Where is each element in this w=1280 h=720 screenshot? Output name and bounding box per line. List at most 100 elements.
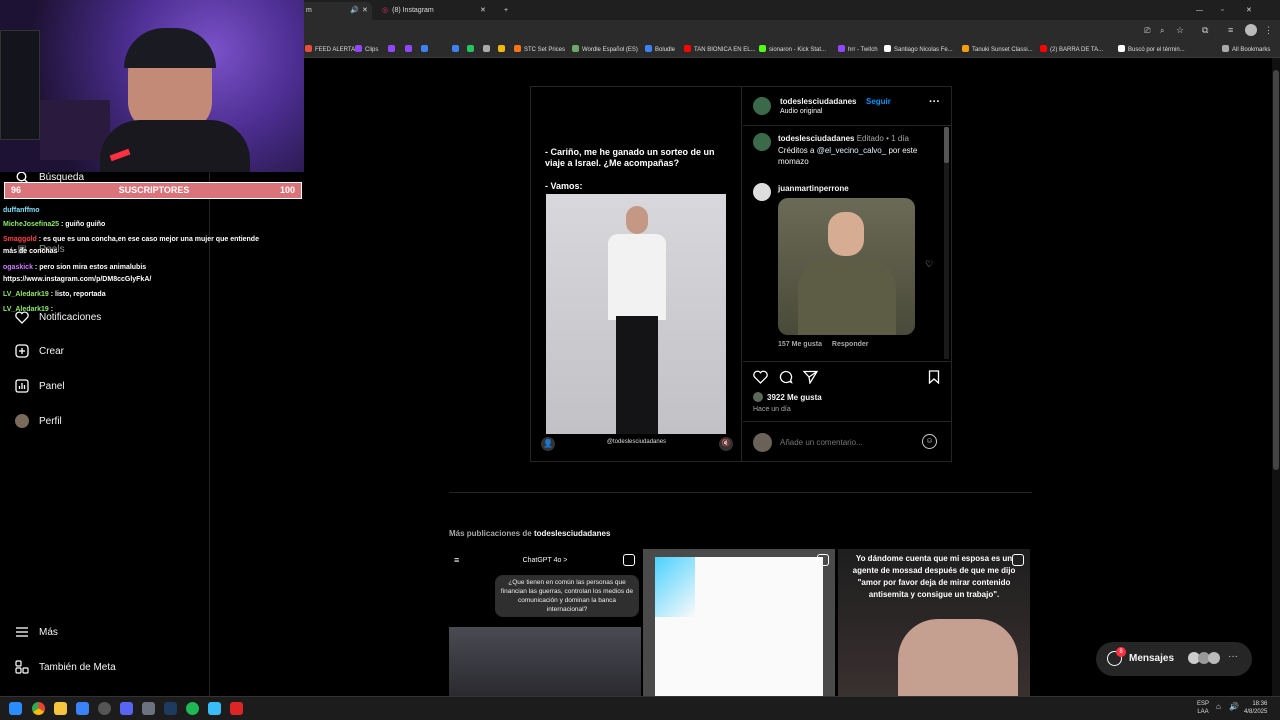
reading-list-icon[interactable]: ≡: [1228, 25, 1233, 35]
bookmark-item[interactable]: STC Set Prices: [514, 44, 565, 56]
bookmark-item[interactable]: [467, 44, 477, 56]
cast-icon[interactable]: ⎚: [1144, 26, 1150, 36]
language-indicator[interactable]: ESP LAA: [1197, 700, 1209, 716]
bookmark-item[interactable]: [421, 44, 431, 56]
bookmark-item[interactable]: TAN BIONICA EN EL...: [684, 44, 756, 56]
chat-text: :: [50, 306, 54, 313]
bookmark-item[interactable]: Wordle Español (ES): [572, 44, 638, 56]
spotify-icon[interactable]: [186, 702, 199, 715]
bookmark-item[interactable]: [498, 44, 508, 56]
follow-button[interactable]: Seguir: [866, 97, 891, 106]
more-vert-icon[interactable]: ⋮: [1264, 25, 1273, 36]
tab-instagram[interactable]: ◎ (8) Instagram ✕: [376, 2, 494, 20]
star-icon[interactable]: ☆: [1176, 25, 1184, 36]
thumbnail-post[interactable]: Yo dándome cuenta que mi esposa es un ag…: [838, 549, 1030, 696]
bookmark-item[interactable]: Tanuki Sunset Classi...: [962, 44, 1033, 56]
bookmark-item[interactable]: Boludle: [645, 44, 675, 56]
app-icon[interactable]: [230, 702, 243, 715]
bookmark-item[interactable]: [483, 44, 493, 56]
commenter-avatar[interactable]: [753, 183, 771, 201]
nav-label: Búsqueda: [39, 171, 85, 183]
bookmark-item[interactable]: Clips: [355, 44, 378, 56]
scroll-thumb[interactable]: [1273, 70, 1279, 470]
menu-icon: [15, 625, 29, 639]
caption-body: Créditos a @el_vecino_calvo_ por este mo…: [778, 145, 938, 167]
divider: [743, 361, 951, 362]
thumbnail-post[interactable]: [643, 549, 835, 696]
chat-message: https://www.instagram.com/p/DM8ccGlyFkA/: [3, 276, 151, 283]
more-posts-account[interactable]: todeslesciudadanes: [534, 529, 610, 538]
discord-icon[interactable]: [120, 702, 133, 715]
comments-scrollbar[interactable]: [944, 127, 949, 359]
more-icon[interactable]: ···: [1228, 651, 1238, 662]
comment-like-icon[interactable]: ♡: [925, 259, 933, 270]
more-options-icon[interactable]: ···: [929, 96, 940, 108]
comments-scroll-thumb[interactable]: [944, 127, 949, 163]
chrome-icon[interactable]: [32, 702, 45, 715]
page-scrollbar[interactable]: [1272, 58, 1280, 696]
volume-icon[interactable]: 🔊: [1229, 702, 1239, 711]
comment-icon[interactable]: [778, 370, 793, 389]
chat-text: : pero sion mira estos animalubis: [34, 264, 147, 271]
messages-button[interactable]: 8 Mensajes ···: [1096, 642, 1252, 676]
add-comment-input[interactable]: [780, 434, 920, 450]
file-explorer-icon[interactable]: [54, 702, 67, 715]
bookmark-item[interactable]: All Bookmarks: [1222, 44, 1270, 56]
bookmark-item[interactable]: (2) BARRA DE TA...: [1040, 44, 1103, 56]
bookmark-item[interactable]: [405, 44, 415, 56]
profile-avatar[interactable]: [1245, 24, 1257, 36]
chat-text: : es que es una concha,en ese caso mejor…: [38, 236, 259, 243]
zoom-icon[interactable]: ⌕: [1160, 26, 1164, 36]
nav-create[interactable]: Crear: [15, 344, 64, 358]
nav-profile[interactable]: Perfil: [15, 414, 62, 428]
close-icon[interactable]: ✕: [480, 2, 486, 20]
bookmark-item[interactable]: [388, 44, 398, 56]
author-name[interactable]: todeslesciudadanes: [780, 97, 856, 106]
bookmark-item[interactable]: Santiago Nicolas Fe...: [884, 44, 953, 56]
network-icon[interactable]: ⌂: [1216, 702, 1221, 711]
bookmark-item[interactable]: sionaron - Kick Stat...: [759, 44, 826, 56]
extensions-icon[interactable]: ⧉: [1202, 25, 1208, 36]
caption-author[interactable]: todeslesciudadanes: [778, 134, 854, 143]
speaker-icon[interactable]: 🔊: [350, 2, 359, 20]
thumbnail-post[interactable]: ≡ ChatGPT 4o > ¿Que tienen en común las …: [449, 549, 641, 696]
close-window-button[interactable]: ✕: [1240, 2, 1252, 20]
close-icon[interactable]: ✕: [362, 2, 368, 20]
maximize-button[interactable]: ▫: [1215, 2, 1223, 20]
nav-also-meta[interactable]: También de Meta: [15, 660, 116, 674]
app-icon[interactable]: [208, 702, 221, 715]
emoji-icon[interactable]: ☺: [922, 434, 937, 449]
comment-gif[interactable]: [778, 198, 915, 335]
app-icon[interactable]: [142, 702, 155, 715]
obs-icon[interactable]: [98, 702, 111, 715]
post-media[interactable]: - Cariño, me he ganado un sorteo de un v…: [531, 87, 742, 461]
reply-button[interactable]: Responder: [832, 341, 869, 348]
bookmark-item[interactable]: Buscó por el términ...: [1118, 44, 1185, 56]
mute-icon[interactable]: 🔇: [719, 437, 733, 451]
likes-count[interactable]: 3922 Me gusta: [767, 393, 822, 402]
share-icon[interactable]: [802, 370, 819, 389]
comment-author[interactable]: juanmartinperrone: [778, 184, 849, 193]
tab-stream[interactable]: m 🔊 ✕: [300, 2, 372, 20]
bookmark-item[interactable]: [452, 44, 462, 56]
windows-start-icon[interactable]: [9, 702, 22, 715]
clock[interactable]: 18:36 4/8/2025: [1244, 700, 1267, 716]
clock-date: 4/8/2025: [1244, 709, 1268, 715]
minimize-button[interactable]: —: [1190, 2, 1203, 20]
app-icon[interactable]: [164, 702, 177, 715]
bookmark-item[interactable]: FEED ALERTAS: [305, 44, 359, 56]
audio-label[interactable]: Audio original: [780, 108, 822, 115]
nav-more[interactable]: Más: [15, 625, 58, 639]
new-tab-button[interactable]: +: [498, 2, 508, 20]
like-icon[interactable]: [753, 370, 768, 389]
nav-panel[interactable]: Panel: [15, 379, 65, 393]
caption-avatar[interactable]: [753, 133, 771, 151]
caption-mention[interactable]: @el_vecino_calvo_: [817, 146, 887, 155]
app-icon[interactable]: [76, 702, 89, 715]
bookmark-item[interactable]: hrr - Twitch: [838, 44, 878, 56]
plus-square-icon: [15, 344, 29, 358]
chat-user: LV_Aledark19: [3, 306, 49, 313]
save-icon[interactable]: [928, 370, 940, 389]
comment-likes[interactable]: 157 Me gusta: [778, 341, 822, 348]
author-avatar[interactable]: [753, 97, 771, 115]
